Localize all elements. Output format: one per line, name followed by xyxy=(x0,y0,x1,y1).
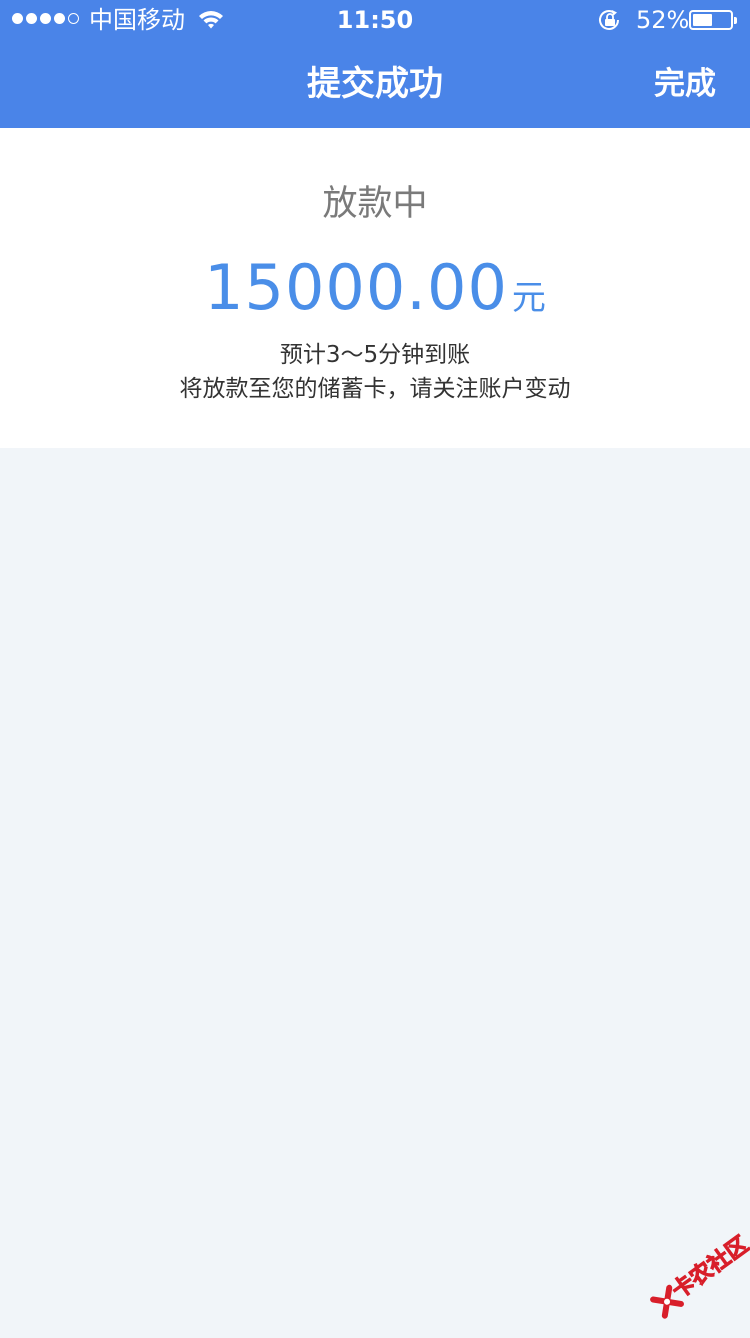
battery-level xyxy=(693,14,712,26)
done-button[interactable]: 完成 xyxy=(654,60,716,108)
watermark: 卡农社区 xyxy=(635,1218,750,1337)
battery-percent: 52% xyxy=(636,6,690,34)
eta-text: 预计3～5分钟到账 xyxy=(279,342,471,368)
status-bar: 中国移动 11:50 52% xyxy=(0,0,750,40)
watermark-text: 卡农社区 xyxy=(667,1232,750,1305)
rotation-lock-icon xyxy=(599,10,619,30)
top-bar: 中国移动 11:50 52% 提交成功 完成 xyxy=(0,0,750,128)
page-title: 提交成功 xyxy=(307,64,443,104)
battery-icon xyxy=(689,10,737,30)
loan-status: 放款中 xyxy=(322,184,428,224)
loan-amount: 15000.00 xyxy=(204,251,508,324)
battery-nub xyxy=(734,17,737,24)
amount-unit: 元 xyxy=(511,278,546,318)
deposit-note: 将放款至您的储蓄卡，请关注账户变动 xyxy=(179,376,571,402)
result-card: 放款中 15000.00 元 预计3～5分钟到账 将放款至您的储蓄卡，请关注账户变… xyxy=(0,128,750,448)
amount-line: 15000.00 元 xyxy=(0,248,750,338)
